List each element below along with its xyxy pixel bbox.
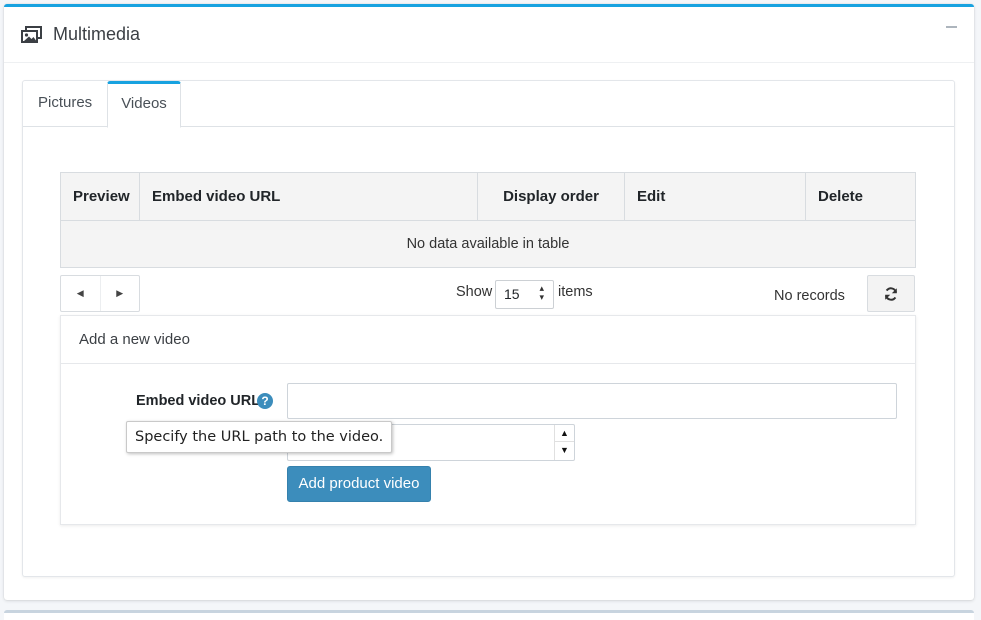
tab-pictures[interactable]: Pictures — [23, 81, 107, 127]
refresh-icon — [885, 286, 897, 301]
caret-left-icon[interactable]: ◀ — [61, 276, 101, 311]
items-label: items — [558, 284, 593, 300]
show-label: Show — [456, 284, 493, 300]
refresh-button[interactable] — [867, 275, 915, 312]
embed-video-url-input[interactable] — [287, 383, 897, 419]
tab-bar: Pictures Videos — [23, 81, 954, 128]
minus-icon[interactable] — [946, 19, 958, 29]
display-order-stepper[interactable]: ▲ ▼ — [554, 425, 574, 460]
tab-videos[interactable]: Videos — [107, 81, 181, 128]
grid-empty-message: No data available in table — [406, 236, 570, 252]
column-embed-video-url[interactable]: Embed video URL — [140, 173, 478, 220]
column-display-order[interactable]: Display order — [478, 173, 625, 220]
multimedia-card: Multimedia Pictures Videos Preview Embed… — [4, 4, 974, 600]
pager-nav: ◀ ▶ — [60, 275, 140, 312]
next-card-edge — [4, 610, 974, 620]
card-header[interactable]: Multimedia — [4, 7, 974, 63]
column-delete[interactable]: Delete — [806, 173, 915, 220]
caret-right-icon[interactable]: ▶ — [101, 276, 140, 311]
add-product-video-button[interactable]: Add product video — [287, 466, 431, 502]
question-circle-icon[interactable]: ? — [257, 393, 273, 409]
add-video-panel: Add a new video Embed video URL ? ▲ ▼ Ad… — [60, 315, 916, 525]
column-edit[interactable]: Edit — [625, 173, 806, 220]
grid-header: Preview Embed video URL Display order Ed… — [61, 173, 915, 221]
column-preview[interactable]: Preview — [61, 173, 140, 220]
videos-grid: Preview Embed video URL Display order Ed… — [60, 172, 916, 268]
page-size-select[interactable]: 15 — [495, 280, 554, 309]
images-icon — [21, 25, 43, 44]
add-video-heading: Add a new video — [61, 316, 915, 364]
decrement-icon[interactable]: ▼ — [555, 442, 574, 459]
card-title: Multimedia — [53, 24, 141, 44]
records-info: No records — [774, 288, 845, 304]
increment-icon[interactable]: ▲ — [555, 425, 574, 442]
embed-video-url-label: Embed video URL — [136, 393, 261, 409]
help-tooltip: Specify the URL path to the video. — [126, 421, 393, 453]
